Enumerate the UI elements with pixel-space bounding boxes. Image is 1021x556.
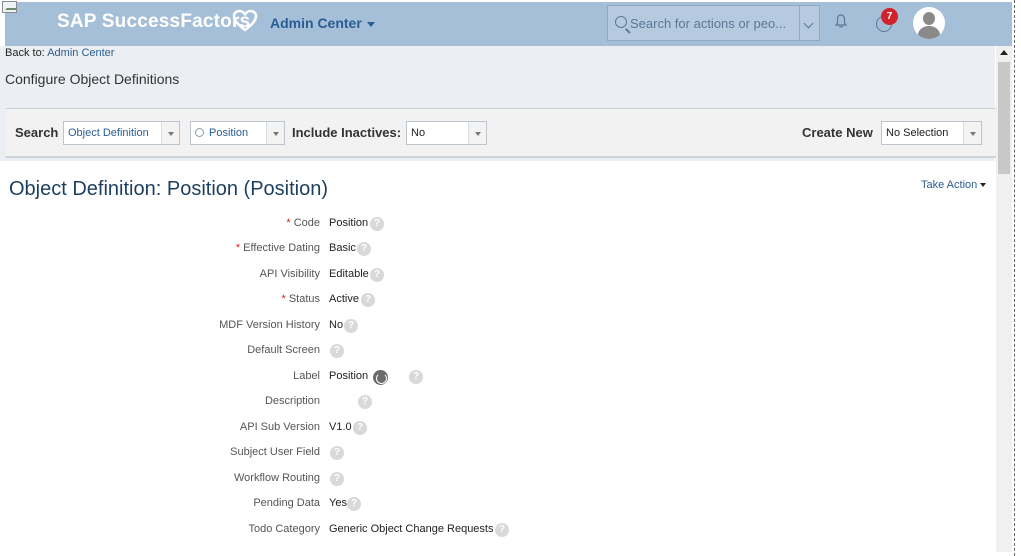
required-marker: * xyxy=(235,242,241,254)
field-value-mdf-version-history: No xyxy=(329,319,344,331)
search-toolbar: Search Object Definition Position Includ… xyxy=(6,108,996,158)
help-icon[interactable]: ? xyxy=(370,268,384,282)
help-icon[interactable]: ? xyxy=(347,497,361,511)
help-icon[interactable]: ? xyxy=(357,242,371,256)
object-name-value: Position xyxy=(209,127,249,139)
field-value-effective-dating: Basic xyxy=(329,242,356,254)
page-scrollbar[interactable] xyxy=(996,46,1012,552)
search-icon xyxy=(615,16,627,28)
create-new-label: Create New xyxy=(802,125,873,140)
object-type-value: Object Definition xyxy=(68,127,149,139)
breadcrumb-link-admin-center[interactable]: Admin Center xyxy=(47,47,114,59)
help-icon[interactable]: ? xyxy=(330,344,344,358)
help-icon[interactable]: ? xyxy=(330,472,344,486)
avatar[interactable] xyxy=(913,7,945,39)
chevron-down-icon xyxy=(266,122,284,144)
create-new-select[interactable]: No Selection xyxy=(881,121,982,145)
search-icon xyxy=(195,128,204,137)
admin-center-menu[interactable]: Admin Center xyxy=(270,15,375,31)
field-label-label: Label xyxy=(293,370,320,382)
field-value-todo-category: Generic Object Change Requests xyxy=(329,523,494,535)
help-icon[interactable]: ? xyxy=(358,395,372,409)
help-icon[interactable]: ? xyxy=(370,217,384,231)
required-marker: * xyxy=(286,217,291,229)
create-new-value: No Selection xyxy=(886,127,949,139)
brand-logo[interactable]: SAP SuccessFactors xyxy=(57,11,250,33)
admin-center-label: Admin Center xyxy=(270,15,362,31)
help-icon[interactable]: ? xyxy=(330,446,344,460)
object-definition-panel xyxy=(5,172,995,552)
required-marker: * xyxy=(281,293,286,305)
broken-image-icon xyxy=(2,1,17,13)
help-icon[interactable]: ? xyxy=(495,523,509,537)
field-label-workflow-routing: Workflow Routing xyxy=(234,472,320,484)
field-label-code: * Code xyxy=(286,217,320,229)
breadcrumb: Back to: Admin Center xyxy=(5,47,114,59)
object-name-select[interactable]: Position xyxy=(190,121,285,145)
field-label-effective-dating: * Effective Dating xyxy=(235,242,320,254)
field-label-mdf-version-history: MDF Version History xyxy=(219,319,320,331)
field-value-status: Active xyxy=(329,293,359,305)
object-type-select[interactable]: Object Definition xyxy=(63,121,180,145)
field-value-api-visibility: Editable xyxy=(329,268,369,280)
field-label-api-sub-version: API Sub Version xyxy=(239,421,320,433)
include-inactives-value: No xyxy=(411,127,426,139)
scroll-up-icon[interactable] xyxy=(1000,50,1008,55)
field-label-subject-user-field: Subject User Field xyxy=(230,446,320,458)
chevron-down-icon xyxy=(468,122,486,144)
caret-down-icon xyxy=(980,183,987,188)
help-icon[interactable]: ? xyxy=(361,293,375,307)
heart-logo-icon xyxy=(232,9,258,32)
chevron-down-icon xyxy=(963,122,981,144)
chevron-down-icon xyxy=(161,122,179,144)
field-label-pending-data: Pending Data xyxy=(253,497,320,509)
window-edge xyxy=(1014,0,1015,556)
breadcrumb-prefix: Back to: xyxy=(5,47,45,59)
take-action-label: Take Action xyxy=(921,179,978,191)
help-icon[interactable]: ? xyxy=(353,421,367,435)
scrollbar-thumb[interactable] xyxy=(998,62,1010,174)
bell-icon[interactable] xyxy=(835,14,847,28)
field-value-code: Position xyxy=(329,217,369,229)
field-label-api-visibility: API Visibility xyxy=(259,268,320,280)
global-search-input[interactable] xyxy=(630,14,795,32)
page-title: Configure Object Definitions xyxy=(5,71,180,87)
take-action-menu[interactable]: Take Action xyxy=(921,179,987,191)
notification-badge: 7 xyxy=(881,8,898,25)
globe-icon[interactable] xyxy=(373,370,388,385)
field-value-label: Position xyxy=(329,370,369,382)
field-value-api-sub-version: V1.0 xyxy=(329,421,352,433)
object-title: Object Definition: Position (Position) xyxy=(9,178,329,200)
search-scope-dropdown[interactable] xyxy=(800,5,820,41)
field-label-status: * Status xyxy=(281,293,320,305)
field-label-todo-category: Todo Category xyxy=(248,523,320,535)
search-label: Search xyxy=(15,125,59,140)
field-label-default-screen: Default Screen xyxy=(247,344,320,356)
global-search[interactable] xyxy=(607,5,800,41)
field-label-description: Description xyxy=(264,395,320,407)
help-icon[interactable]: ? xyxy=(409,370,423,384)
include-inactives-label: Include Inactives: xyxy=(292,125,402,140)
chevron-down-icon xyxy=(366,21,375,27)
field-value-pending-data: Yes xyxy=(329,497,347,509)
include-inactives-select[interactable]: No xyxy=(406,121,487,145)
help-icon[interactable]: ? xyxy=(344,319,358,333)
